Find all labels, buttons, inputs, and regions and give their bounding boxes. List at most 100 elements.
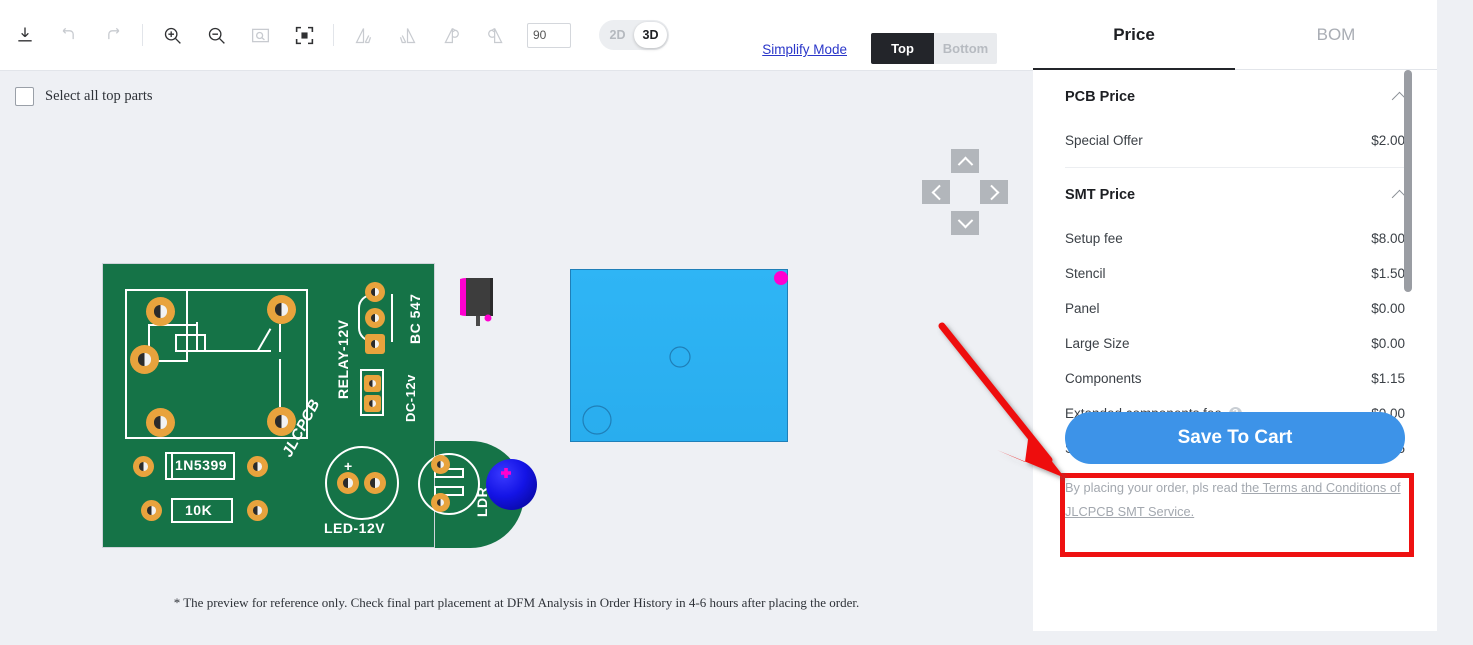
- select-all-top-parts[interactable]: Select all top parts: [15, 87, 153, 106]
- flip-vertical-icon[interactable]: [390, 18, 424, 52]
- panel-content: Price BOM PCB Price Special Offer $2.00 …: [1033, 0, 1437, 631]
- zoom-in-icon[interactable]: [155, 18, 189, 52]
- download-icon[interactable]: [8, 18, 42, 52]
- select-all-label: Select all top parts: [45, 88, 153, 104]
- pad-diode-2[interactable]: [247, 456, 268, 477]
- pcb-canvas[interactable]: Select all top parts RELAY-12V BC 547 DC…: [0, 71, 1033, 645]
- right-panel: Price BOM PCB Price Special Offer $2.00 …: [1033, 0, 1473, 645]
- silk-label-relay: RELAY-12V: [335, 319, 351, 399]
- price-row-value: $1.15: [1371, 371, 1405, 386]
- silk-label-bc547: BC 547: [407, 293, 423, 344]
- pcb-board-body: RELAY-12V BC 547 DC-12v 1N5399 10K JLCPC…: [102, 263, 435, 548]
- switch-pole: [279, 324, 281, 352]
- pad-dc-1[interactable]: [364, 375, 381, 392]
- pad-relay-4[interactable]: [146, 408, 175, 437]
- section-header-smt-price[interactable]: SMT Price: [1065, 168, 1408, 221]
- silk-label-10k: 10K: [185, 502, 213, 518]
- led-part[interactable]: [486, 459, 537, 510]
- rotate-cw-icon[interactable]: [478, 18, 512, 52]
- nav-up-button[interactable]: [951, 149, 979, 173]
- section-title: PCB Price: [1065, 88, 1136, 105]
- price-row-value: $8.00: [1371, 231, 1405, 246]
- pad-transistor-2[interactable]: [365, 308, 385, 328]
- save-to-cart-button[interactable]: Save To Cart: [1065, 412, 1405, 464]
- toolbar-divider-2: [333, 24, 334, 46]
- redo-icon[interactable]: [96, 18, 130, 52]
- pad-diode-1[interactable]: [133, 456, 154, 477]
- pad-relay-3[interactable]: [130, 345, 159, 374]
- pad-relay-1[interactable]: [146, 297, 175, 326]
- transistor-flat: [391, 294, 393, 342]
- price-row: Large Size $0.00: [1065, 326, 1405, 361]
- terms-prefix: By placing your order, pls read: [1065, 480, 1242, 495]
- pcb-preview-app: 90 2D 3D Simplify Mode Top Bottom Select…: [0, 0, 1473, 645]
- pad-led-1[interactable]: [337, 472, 359, 494]
- price-row: Stencil $1.50: [1065, 256, 1405, 291]
- pad-transistor-1[interactable]: [365, 282, 385, 302]
- chevron-up-icon: [957, 156, 973, 172]
- price-list: PCB Price Special Offer $2.00 SMT Price …: [1033, 70, 1437, 466]
- price-row-value: $0.00: [1371, 301, 1405, 316]
- pad-res-2[interactable]: [247, 500, 268, 521]
- section-header-pcb-price[interactable]: PCB Price: [1065, 70, 1408, 123]
- silk-label-plus: +: [344, 458, 353, 474]
- nav-down-button[interactable]: [951, 211, 979, 235]
- simplify-mode-link[interactable]: Simplify Mode: [762, 42, 847, 57]
- pad-ldr-2[interactable]: [431, 493, 450, 512]
- silk-label-led12v: LED-12V: [324, 520, 386, 536]
- price-row-label: Setup fee: [1065, 231, 1123, 246]
- toolbar-divider: [142, 24, 143, 46]
- zoom-out-icon[interactable]: [199, 18, 233, 52]
- price-row-label: Large Size: [1065, 336, 1130, 351]
- zoom-level-input[interactable]: 90: [527, 22, 571, 48]
- price-row: Setup fee $8.00: [1065, 221, 1405, 256]
- tab-price[interactable]: Price: [1033, 0, 1235, 70]
- zoom-select-icon[interactable]: [243, 18, 277, 52]
- tab-bom[interactable]: BOM: [1235, 0, 1437, 69]
- nav-right-button[interactable]: [980, 180, 1008, 204]
- price-row: Components $1.15: [1065, 361, 1405, 396]
- transistor-part[interactable]: [447, 274, 502, 332]
- price-row-label: Special Offer: [1065, 133, 1143, 148]
- price-row-label: Panel: [1065, 301, 1100, 316]
- flip-horizontal-icon[interactable]: [346, 18, 380, 52]
- select-all-checkbox[interactable]: [15, 87, 34, 106]
- chevron-right-icon: [983, 184, 999, 200]
- preview-footnote: * The preview for reference only. Check …: [173, 595, 860, 610]
- view-mode-2d[interactable]: 2D: [601, 22, 634, 48]
- undo-icon[interactable]: [52, 18, 86, 52]
- side-option-bottom[interactable]: Bottom: [934, 33, 997, 64]
- top-toolbar: 90 2D 3D Simplify Mode Top Bottom: [0, 0, 1033, 71]
- trace-6: [196, 350, 271, 352]
- resistor-body-outline: [175, 334, 206, 352]
- fit-to-screen-icon[interactable]: [287, 18, 321, 52]
- navigation-pad: [922, 149, 1008, 235]
- view-mode-toggle[interactable]: 2D 3D: [599, 20, 669, 50]
- chevron-down-icon: [957, 212, 973, 228]
- nav-left-button[interactable]: [922, 180, 950, 204]
- pad-transistor-3[interactable]: [365, 334, 385, 354]
- price-row-label: Stencil: [1065, 266, 1106, 281]
- cart-area: Save To Cart By placing your order, pls …: [1065, 412, 1405, 524]
- diode-band: [171, 452, 173, 480]
- silk-label-dc12v: DC-12v: [403, 374, 418, 422]
- pad-res-1[interactable]: [141, 500, 162, 521]
- pad-relay-2[interactable]: [267, 295, 296, 324]
- pcb-board-render[interactable]: RELAY-12V BC 547 DC-12v 1N5399 10K JLCPC…: [102, 263, 524, 553]
- side-option-top[interactable]: Top: [871, 33, 934, 64]
- panel-scrollbar-thumb[interactable]: [1404, 70, 1412, 292]
- rotate-ccw-icon[interactable]: [434, 18, 468, 52]
- view-mode-3d[interactable]: 3D: [634, 22, 667, 48]
- pad-ldr-1[interactable]: [431, 455, 450, 474]
- silk-label-1n5399: 1N5399: [175, 457, 228, 473]
- switch-line: [279, 359, 281, 407]
- price-row-value: $0.00: [1371, 336, 1405, 351]
- price-row-value: $1.50: [1371, 266, 1405, 281]
- terms-notice: By placing your order, pls read the Term…: [1065, 476, 1405, 524]
- relay-part[interactable]: [570, 269, 788, 442]
- pad-dc-2[interactable]: [364, 395, 381, 412]
- panel-tabs: Price BOM: [1033, 0, 1437, 70]
- pad-led-2[interactable]: [364, 472, 386, 494]
- section-title: SMT Price: [1065, 186, 1136, 203]
- board-side-toggle[interactable]: Top Bottom: [871, 33, 997, 64]
